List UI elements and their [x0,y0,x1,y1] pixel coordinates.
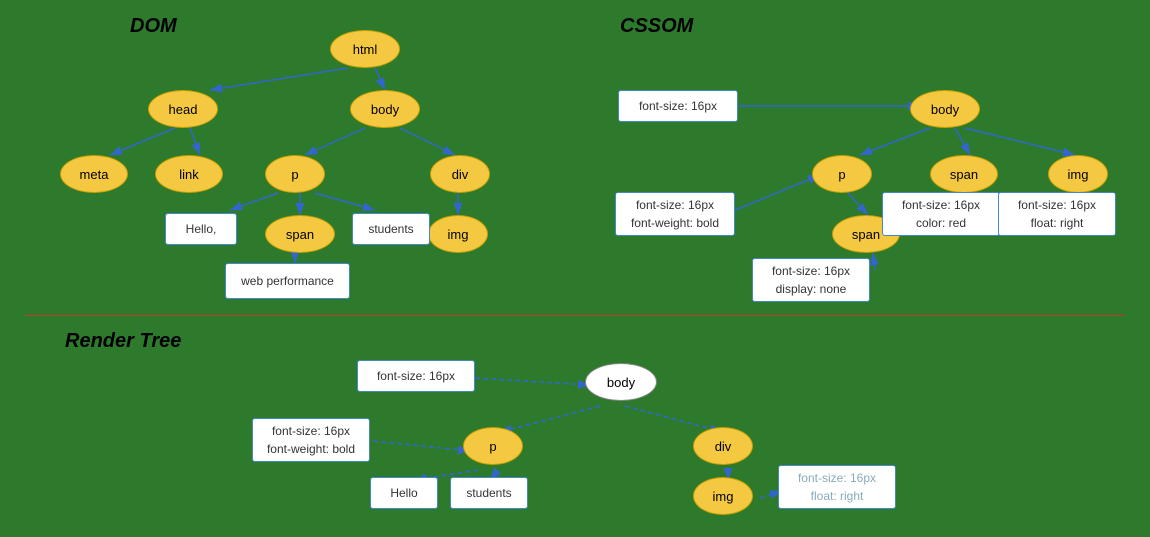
rt-hello-node: Hello [370,477,438,509]
rt-p-style-node: font-size: 16pxfont-weight: bold [252,418,370,462]
cssom-span-node: span [930,155,998,193]
dom-img-node: img [428,215,488,253]
cssom-p-node: p [812,155,872,193]
dom-p-node: p [265,155,325,193]
render-tree-title: Render Tree [65,330,181,353]
cssom-img-style-node: font-size: 16pxfloat: right [998,192,1116,236]
dom-div-node: div [430,155,490,193]
rt-body-node: body [585,363,657,401]
dom-html-node: html [330,30,400,68]
dom-hello-node: Hello, [165,213,237,245]
cssom-p-style-node: font-size: 16pxfont-weight: bold [615,192,735,236]
rt-div-node: div [693,427,753,465]
rt-students-node: students [450,477,528,509]
cssom-body-node: body [910,90,980,128]
dom-meta-node: meta [60,155,128,193]
cssom-img-node: img [1048,155,1108,193]
rt-p-node: p [463,427,523,465]
rt-body-style-node: font-size: 16px [357,360,475,392]
dom-link-node: link [155,155,223,193]
dom-body-node: body [350,90,420,128]
dom-title: DOM [130,15,177,38]
dom-web-performance-node: web performance [225,263,350,299]
rt-img-node: img [693,477,753,515]
cssom-span-style-node: font-size: 16pxcolor: red [882,192,1000,236]
cssom-body-style-node: font-size: 16px [618,90,738,122]
diagram-container: DOM CSSOM Render Tree [0,0,1150,537]
cssom-inner-span-style-node: font-size: 16pxdisplay: none [752,258,870,302]
lines-svg [0,0,1150,537]
dom-span-node: span [265,215,335,253]
cssom-title: CSSOM [620,15,693,38]
dom-students-node: students [352,213,430,245]
rt-img-style-node: font-size: 16pxfloat: right [778,465,896,509]
section-divider [25,315,1125,316]
dom-head-node: head [148,90,218,128]
